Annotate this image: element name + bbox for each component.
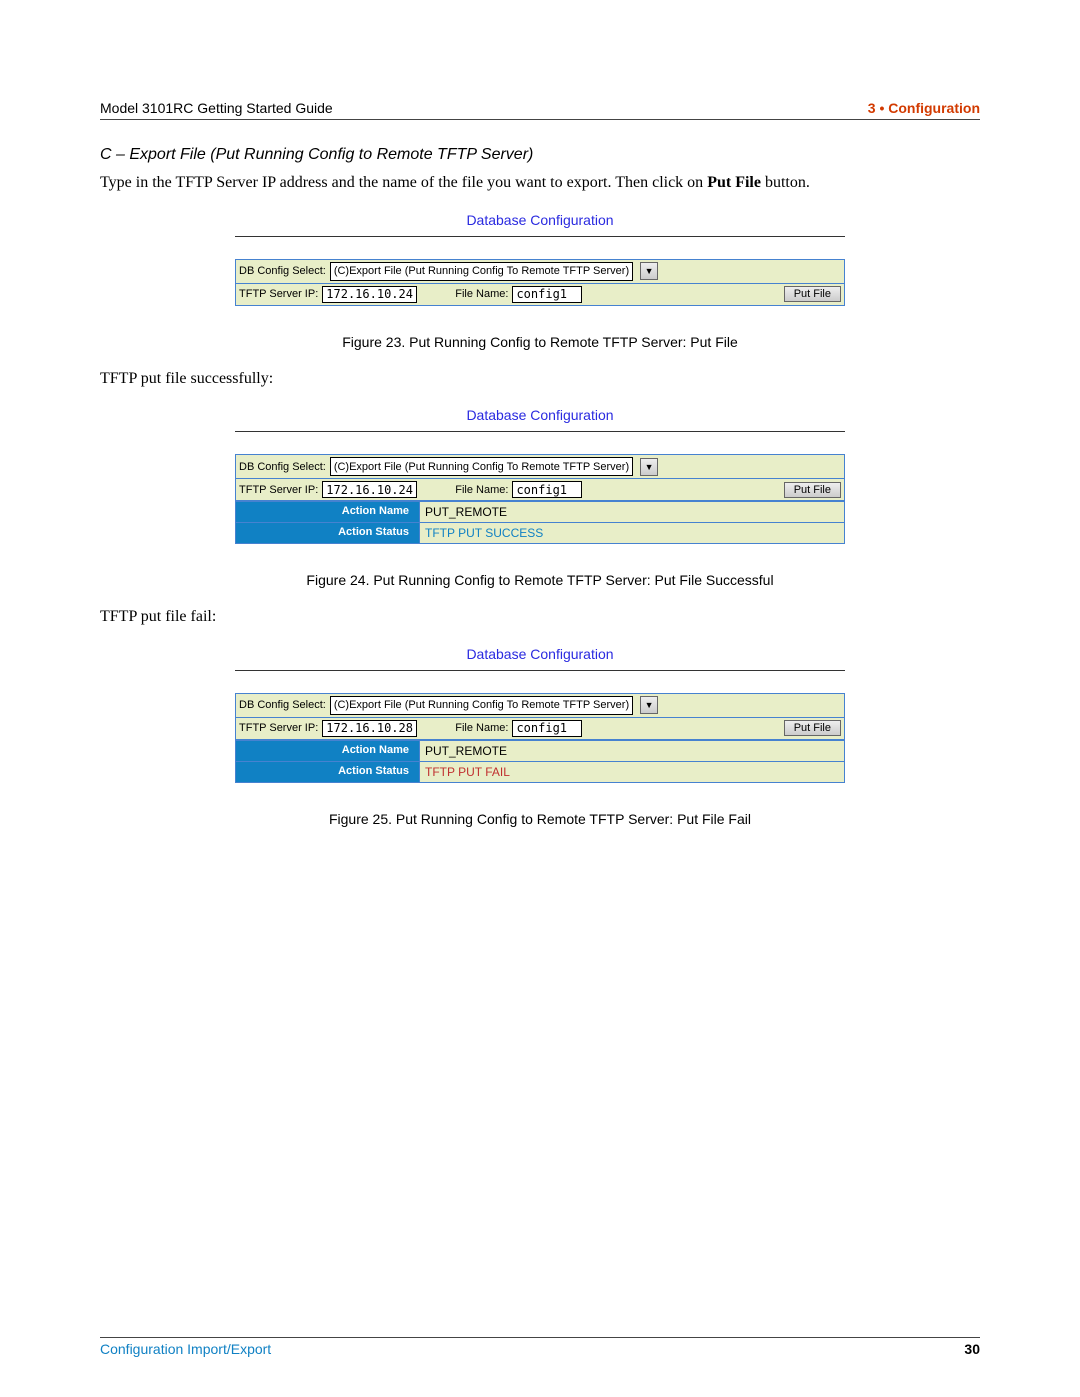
action-status-row: Action Status TFTP PUT SUCCESS bbox=[236, 522, 844, 543]
header-right: 3 • Configuration bbox=[868, 100, 980, 116]
action-name-label: Action Name bbox=[236, 502, 420, 522]
db-config-select[interactable]: (C)Export File (Put Running Config To Re… bbox=[330, 696, 633, 715]
file-name-input[interactable] bbox=[512, 481, 582, 498]
db-config-title: Database Configuration bbox=[235, 646, 845, 671]
chevron-down-icon[interactable]: ▼ bbox=[640, 262, 658, 280]
section-title: C – Export File (Put Running Config to R… bbox=[100, 146, 980, 164]
db-config-table: DB Config Select: (C)Export File (Put Ru… bbox=[235, 693, 845, 783]
footer-left: Configuration Import/Export bbox=[100, 1341, 271, 1357]
db-ip-row: TFTP Server IP: File Name: Put File bbox=[236, 718, 844, 740]
db-select-label: DB Config Select: bbox=[239, 699, 326, 711]
db-select-row: DB Config Select: (C)Export File (Put Ru… bbox=[236, 260, 844, 284]
tftp-ip-label: TFTP Server IP: bbox=[239, 722, 318, 734]
db-select-value: (C)Export File (Put Running Config To Re… bbox=[334, 461, 629, 473]
action-name-row: Action Name PUT_REMOTE bbox=[236, 740, 844, 761]
intro-text-before: Type in the TFTP Server IP address and t… bbox=[100, 174, 707, 191]
db-select-label: DB Config Select: bbox=[239, 265, 326, 277]
figure-25-caption: Figure 25. Put Running Config to Remote … bbox=[100, 811, 980, 827]
tftp-ip-input[interactable] bbox=[322, 286, 417, 303]
action-status-value: TFTP PUT SUCCESS bbox=[420, 523, 844, 543]
db-config-select[interactable]: (C)Export File (Put Running Config To Re… bbox=[330, 262, 633, 281]
tftp-ip-label: TFTP Server IP: bbox=[239, 288, 318, 300]
db-config-title: Database Configuration bbox=[235, 407, 845, 432]
db-config-table: DB Config Select: (C)Export File (Put Ru… bbox=[235, 259, 845, 306]
page-footer: Configuration Import/Export 30 bbox=[100, 1337, 980, 1357]
file-name-label: File Name: bbox=[455, 722, 508, 734]
tftp-ip-input[interactable] bbox=[322, 720, 417, 737]
figure-25: Database Configuration DB Config Select:… bbox=[235, 646, 845, 783]
db-config-table: DB Config Select: (C)Export File (Put Ru… bbox=[235, 454, 845, 544]
db-select-row: DB Config Select: (C)Export File (Put Ru… bbox=[236, 694, 844, 718]
page-header: Model 3101RC Getting Started Guide 3 • C… bbox=[100, 100, 980, 120]
db-config-select[interactable]: (C)Export File (Put Running Config To Re… bbox=[330, 457, 633, 476]
intro-bold: Put File bbox=[707, 174, 761, 191]
header-left: Model 3101RC Getting Started Guide bbox=[100, 100, 333, 116]
db-select-value: (C)Export File (Put Running Config To Re… bbox=[334, 699, 629, 711]
action-status-label: Action Status bbox=[236, 762, 420, 782]
db-ip-row: TFTP Server IP: File Name: Put File bbox=[236, 284, 844, 305]
db-ip-row: TFTP Server IP: File Name: Put File bbox=[236, 479, 844, 501]
put-file-button[interactable]: Put File bbox=[784, 482, 841, 498]
db-config-title: Database Configuration bbox=[235, 212, 845, 237]
tftp-ip-input[interactable] bbox=[322, 481, 417, 498]
figure-23: Database Configuration DB Config Select:… bbox=[235, 212, 845, 306]
figure-24-caption: Figure 24. Put Running Config to Remote … bbox=[100, 572, 980, 588]
file-name-label: File Name: bbox=[455, 484, 508, 496]
db-select-value: (C)Export File (Put Running Config To Re… bbox=[334, 265, 629, 277]
tftp-ip-label: TFTP Server IP: bbox=[239, 484, 318, 496]
action-name-row: Action Name PUT_REMOTE bbox=[236, 501, 844, 522]
success-paragraph: TFTP put file successfully: bbox=[100, 368, 980, 390]
fail-paragraph: TFTP put file fail: bbox=[100, 606, 980, 628]
page-number: 30 bbox=[964, 1341, 980, 1357]
chevron-down-icon[interactable]: ▼ bbox=[640, 458, 658, 476]
intro-paragraph: Type in the TFTP Server IP address and t… bbox=[100, 172, 980, 194]
figure-24: Database Configuration DB Config Select:… bbox=[235, 407, 845, 544]
action-name-value: PUT_REMOTE bbox=[420, 502, 844, 522]
file-name-input[interactable] bbox=[512, 720, 582, 737]
db-select-row: DB Config Select: (C)Export File (Put Ru… bbox=[236, 455, 844, 479]
action-status-label: Action Status bbox=[236, 523, 420, 543]
put-file-button[interactable]: Put File bbox=[784, 720, 841, 736]
file-name-input[interactable] bbox=[512, 286, 582, 303]
file-name-label: File Name: bbox=[455, 288, 508, 300]
chevron-down-icon[interactable]: ▼ bbox=[640, 696, 658, 714]
intro-text-after: button. bbox=[761, 174, 810, 191]
action-status-row: Action Status TFTP PUT FAIL bbox=[236, 761, 844, 782]
action-name-value: PUT_REMOTE bbox=[420, 741, 844, 761]
action-name-label: Action Name bbox=[236, 741, 420, 761]
db-select-label: DB Config Select: bbox=[239, 461, 326, 473]
action-status-value: TFTP PUT FAIL bbox=[420, 762, 844, 782]
figure-23-caption: Figure 23. Put Running Config to Remote … bbox=[100, 334, 980, 350]
put-file-button[interactable]: Put File bbox=[784, 286, 841, 302]
